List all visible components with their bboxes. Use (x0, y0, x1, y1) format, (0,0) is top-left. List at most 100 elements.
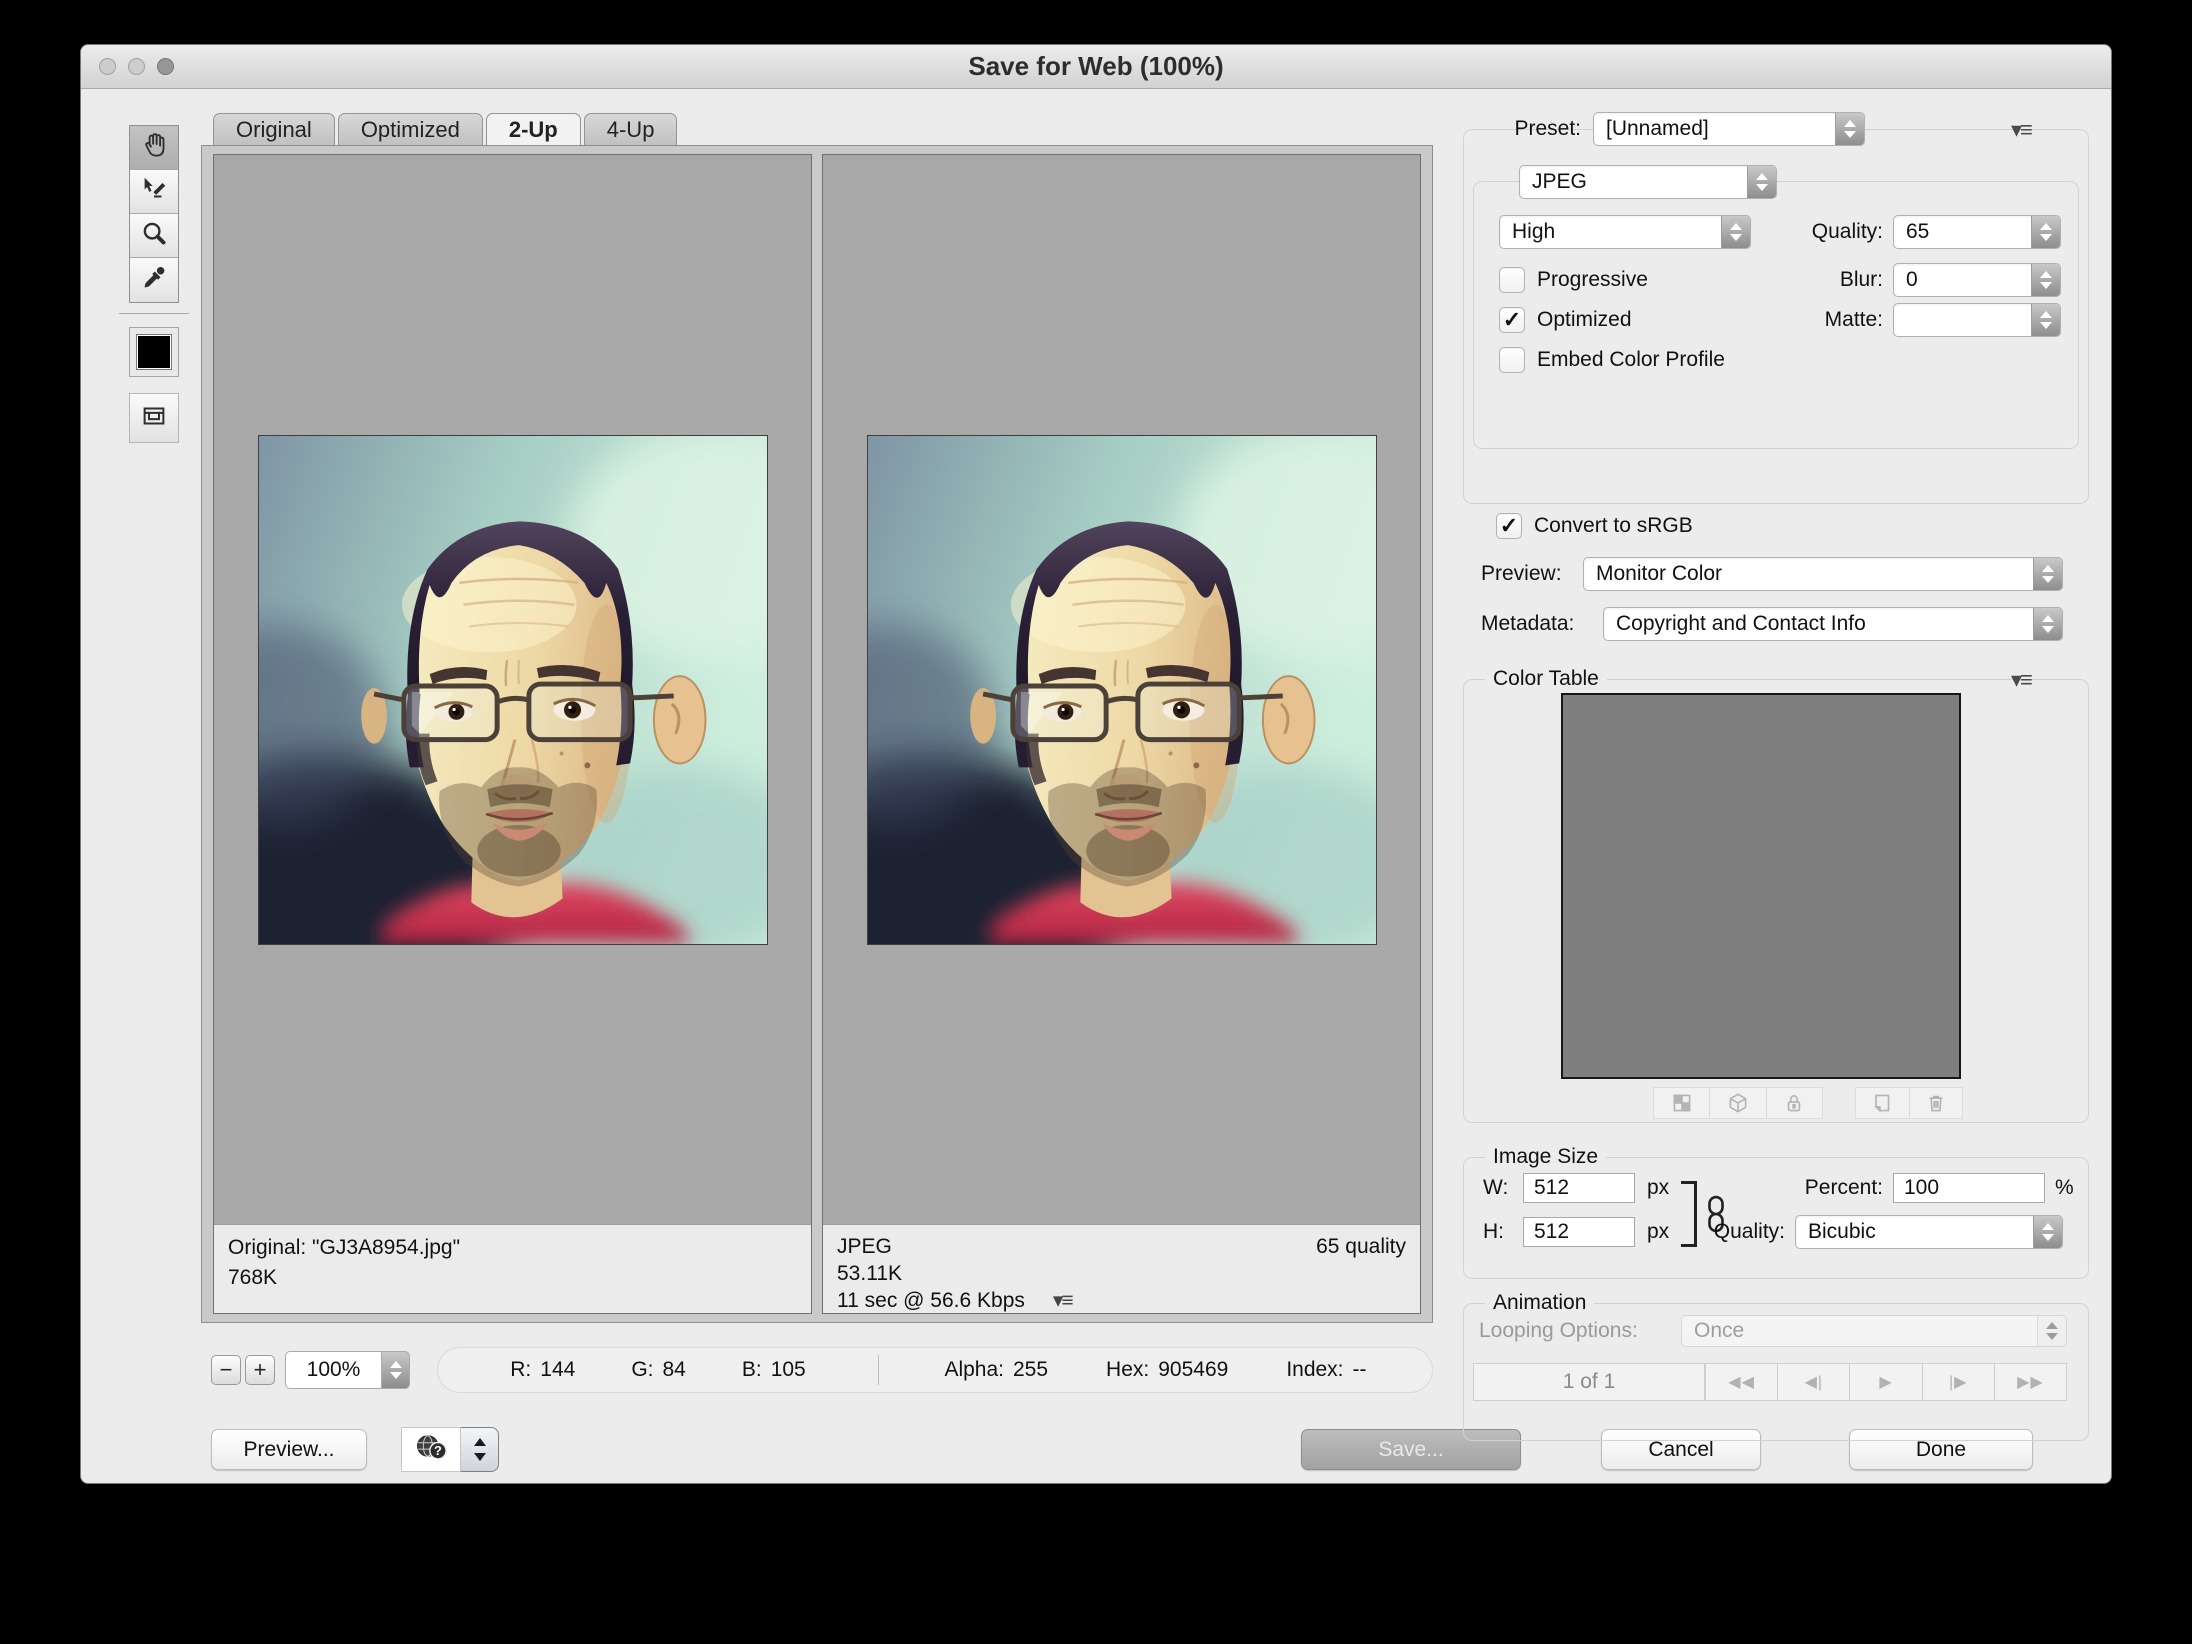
resample-quality-dropdown[interactable]: Bicubic (1795, 1215, 2063, 1249)
svg-text:?: ? (434, 1443, 442, 1458)
metadata-label: Metadata: (1481, 607, 1574, 641)
embed-color-profile-label: Embed Color Profile (1537, 348, 1725, 372)
compression-stepper-icon (1721, 216, 1750, 248)
image-size-title: Image Size (1485, 1143, 1606, 1171)
convert-srgb-label: Convert to sRGB (1534, 514, 1693, 538)
eyedropper-tool-button[interactable] (130, 258, 178, 302)
last-frame-button[interactable]: ▶▶ (1995, 1363, 2067, 1401)
first-frame-button[interactable]: ◀◀ (1705, 1363, 1778, 1401)
matte-label: Matte: (1773, 303, 1883, 337)
new-color-button[interactable] (1855, 1087, 1910, 1119)
preset-dropdown[interactable]: [Unnamed] (1593, 112, 1865, 146)
blue-value: 105 (771, 1358, 806, 1381)
preview-label: Preview: (1481, 557, 1562, 591)
quality-stepper-icon (2031, 216, 2060, 248)
zoom-level-field[interactable]: 100% (285, 1351, 381, 1389)
optimized-checkbox-row: ✓ Optimized (1499, 307, 1632, 333)
hand-tool-button[interactable] (130, 126, 178, 170)
looping-options-dropdown[interactable]: Once (1681, 1315, 2067, 1347)
progressive-checkbox[interactable] (1499, 267, 1525, 293)
height-field[interactable]: 512 (1523, 1217, 1635, 1247)
original-infobar: Original: "GJ3A8954.jpg" 768K (214, 1224, 811, 1313)
pixel-readout: Alpha:255 Hex:905469 Index:-- (879, 1358, 1432, 1382)
green-value: 84 (662, 1358, 685, 1381)
percent-field[interactable]: 100 (1893, 1173, 2045, 1203)
zoom-tool-button[interactable] (130, 214, 178, 258)
looping-stepper-icon (2037, 1316, 2066, 1346)
toggle-slices-visibility-button[interactable] (129, 393, 179, 443)
color-table-title: Color Table (1485, 665, 1607, 693)
optimized-checkbox[interactable]: ✓ (1499, 307, 1525, 333)
original-image (258, 435, 768, 945)
original-filename: Original: "GJ3A8954.jpg" (228, 1233, 797, 1263)
quality-field[interactable]: 65 (1893, 215, 2061, 249)
eyedropper-icon (139, 263, 169, 298)
color-table-menu-icon[interactable]: ▾≡ (2011, 667, 2031, 693)
width-field[interactable]: 512 (1523, 1173, 1635, 1203)
optimized-label: Optimized (1537, 308, 1632, 332)
optimized-infobar: JPEG 65 quality 53.11K 11 sec @ 56.6 Kbp… (823, 1224, 1420, 1313)
preset-stepper-icon (1835, 113, 1864, 145)
resample-quality-label: Quality: (1685, 1215, 1785, 1249)
progressive-checkbox-row: Progressive (1499, 267, 1648, 293)
index-value: -- (1353, 1358, 1367, 1381)
resample-stepper-icon (2033, 1216, 2062, 1248)
optimized-format: JPEG (837, 1233, 892, 1260)
delete-color-button[interactable] (1910, 1087, 1964, 1119)
animation-controls: ◀◀ ◀| ▶ |▶ ▶▶ (1705, 1363, 2067, 1401)
preview-browser-button[interactable]: ? (401, 1427, 461, 1472)
map-transparency-button[interactable] (1653, 1087, 1710, 1119)
percent-label: Percent: (1743, 1173, 1883, 1203)
tool-column (129, 125, 179, 303)
zoom-out-button[interactable]: − (211, 1355, 241, 1385)
matte-stepper-icon (2031, 304, 2060, 336)
tab-original[interactable]: Original (213, 113, 335, 146)
progressive-label: Progressive (1537, 268, 1648, 292)
optimized-canvas[interactable] (823, 155, 1420, 1224)
slice-select-tool-button[interactable] (130, 170, 178, 214)
preset-panel-menu-icon[interactable]: ▾≡ (2011, 117, 2031, 143)
view-tabs: Original Optimized 2-Up 4-Up (213, 113, 680, 146)
optimized-quality: 65 quality (1316, 1233, 1406, 1260)
compression-quality-dropdown[interactable]: High (1499, 215, 1751, 249)
convert-srgb-checkbox[interactable]: ✓ (1496, 513, 1522, 539)
browser-select-stepper[interactable] (461, 1427, 499, 1472)
animation-title: Animation (1485, 1289, 1594, 1317)
web-shift-button[interactable] (1710, 1087, 1766, 1119)
tab-4up[interactable]: 4-Up (584, 113, 678, 146)
hex-value: 905469 (1158, 1358, 1228, 1381)
zoom-level-stepper[interactable] (381, 1351, 410, 1389)
lock-color-button[interactable] (1767, 1087, 1823, 1119)
tab-2up[interactable]: 2-Up (486, 113, 581, 146)
eyedropper-color-well[interactable] (129, 327, 179, 377)
optimized-download-time: 11 sec @ 56.6 Kbps (837, 1287, 1025, 1314)
format-dropdown[interactable]: JPEG (1519, 165, 1777, 199)
embed-color-profile-checkbox[interactable] (1499, 347, 1525, 373)
preview-stepper-icon (2033, 558, 2062, 590)
preview-area: Original: "GJ3A8954.jpg" 768K JPEG 65 qu… (201, 145, 1433, 1323)
preview-button[interactable]: Preview... (211, 1429, 367, 1470)
optimized-image (867, 435, 1377, 945)
zoom-in-button[interactable]: + (245, 1355, 275, 1385)
rgb-readout: R:144 G:84 B:105 (438, 1358, 878, 1382)
quality-label: Quality: (1773, 215, 1883, 249)
preset-label: Preset: (1479, 112, 1581, 146)
optimized-pane: JPEG 65 quality 53.11K 11 sec @ 56.6 Kbp… (822, 154, 1421, 1314)
previous-frame-button[interactable]: ◀| (1778, 1363, 1850, 1401)
download-speed-menu-icon[interactable]: ▾≡ (1053, 1287, 1072, 1314)
tool-divider (119, 313, 189, 314)
preview-dropdown[interactable]: Monitor Color (1583, 557, 2063, 591)
tab-optimized[interactable]: Optimized (338, 113, 483, 146)
metadata-stepper-icon (2033, 608, 2062, 640)
hand-icon (139, 130, 169, 165)
next-frame-button[interactable]: |▶ (1923, 1363, 1995, 1401)
matte-field[interactable] (1893, 303, 2061, 337)
original-canvas[interactable] (214, 155, 811, 1224)
play-button[interactable]: ▶ (1850, 1363, 1922, 1401)
embed-color-profile-row: Embed Color Profile (1499, 347, 1725, 373)
original-filesize: 768K (228, 1263, 797, 1293)
blur-field[interactable]: 0 (1893, 263, 2061, 297)
convert-srgb-row: ✓ Convert to sRGB (1496, 513, 1693, 539)
frame-counter: 1 of 1 (1473, 1363, 1705, 1401)
metadata-dropdown[interactable]: Copyright and Contact Info (1603, 607, 2063, 641)
